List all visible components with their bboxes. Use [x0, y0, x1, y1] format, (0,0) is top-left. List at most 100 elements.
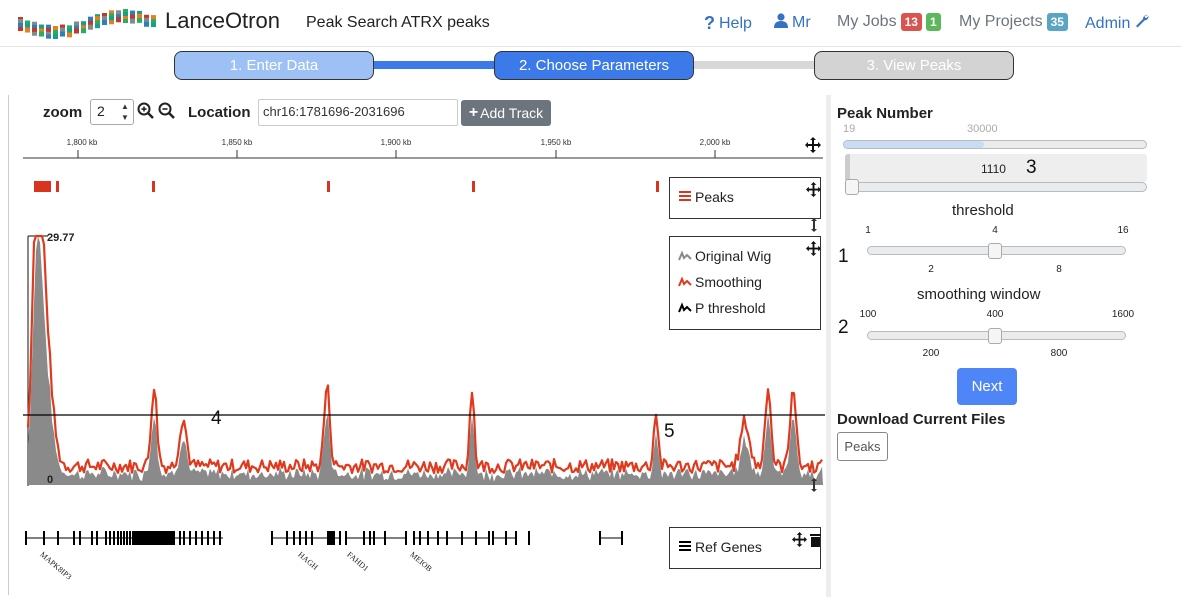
- logo: [18, 5, 158, 39]
- gene-label: MEIOB: [408, 550, 434, 574]
- peak-number-value: 1110: [981, 162, 1006, 176]
- wrench-icon: [1134, 13, 1150, 34]
- smoothing-title: smoothing window: [917, 286, 1041, 303]
- threshold-tick: 2: [928, 264, 934, 275]
- threshold-handle[interactable]: [988, 243, 1002, 259]
- user-icon: [774, 13, 788, 33]
- download-peaks-button[interactable]: Peaks: [837, 432, 888, 461]
- annotation-1: 1: [838, 246, 849, 267]
- peak-max-label: 30000: [967, 123, 998, 135]
- move-track-icon[interactable]: [806, 241, 821, 261]
- smoothing-tick: 400: [986, 309, 1004, 320]
- step-choose-parameters[interactable]: 2. Choose Parameters: [494, 51, 694, 80]
- add-track-label: Add Track: [480, 105, 544, 121]
- peak-range-track[interactable]: [843, 140, 1147, 149]
- step-enter-data[interactable]: 1. Enter Data: [174, 51, 374, 80]
- peak-mark: [656, 181, 659, 192]
- jobs-badge-green: 1: [925, 13, 941, 31]
- signal-min-label: 0: [47, 474, 54, 486]
- smoothing-handle[interactable]: [988, 328, 1002, 344]
- user-label: Mr: [792, 14, 811, 31]
- peak-number-slider[interactable]: [845, 182, 1147, 192]
- zoom-label: zoom: [43, 104, 83, 121]
- threshold-tick: 16: [1117, 225, 1129, 236]
- threshold-tick: 1: [865, 225, 871, 236]
- location-label: Location: [188, 104, 251, 121]
- gene-label: FAHD1: [345, 550, 371, 574]
- peaks-track-label: Peaks: [695, 188, 734, 205]
- list-icon: [678, 188, 692, 205]
- legend-original-wig: Original Wig: [695, 248, 772, 264]
- threshold-tick: 8: [1056, 264, 1062, 275]
- my-jobs-link[interactable]: My Jobs 13 1: [837, 13, 941, 31]
- move-track-icon[interactable]: [792, 532, 807, 552]
- smoothing-icon: [678, 274, 692, 290]
- download-title: Download Current Files: [837, 411, 1006, 428]
- annotation-5: 5: [664, 421, 675, 442]
- legend-smoothing: Smoothing: [695, 274, 762, 290]
- peak-range-fill: [844, 141, 984, 148]
- smoothing-tick: 200: [922, 348, 940, 359]
- move-track-icon[interactable]: [806, 182, 821, 202]
- projects-badge: 35: [1046, 13, 1068, 31]
- app-title: LanceOtron: [165, 8, 280, 33]
- admin-link[interactable]: Admin: [1085, 13, 1150, 34]
- move-axis-icon[interactable]: [805, 137, 821, 158]
- help-link[interactable]: ? Help: [704, 13, 752, 34]
- question-icon: ?: [704, 13, 715, 33]
- threshold-title: threshold: [952, 202, 1014, 219]
- peak-number-title: Peak Number: [837, 105, 933, 122]
- annotation-3: 3: [1026, 157, 1037, 178]
- projects-label: My Projects: [959, 13, 1043, 30]
- peak-number-handle[interactable]: [845, 179, 859, 195]
- jobs-label: My Jobs: [837, 13, 897, 30]
- gene-label: MAPK8IP3: [38, 550, 74, 582]
- original-wig-icon: [678, 248, 692, 264]
- axis-tick-label: 1,950 kb: [540, 138, 572, 147]
- annotation-4: 4: [211, 408, 222, 429]
- smoothing-tick: 100: [859, 309, 877, 320]
- resize-track-icon[interactable]: [810, 478, 818, 497]
- peak-mark: [327, 181, 330, 192]
- peak-min-label: 19: [843, 123, 856, 135]
- gene-label: HAGH: [296, 550, 320, 572]
- peak-mark: [56, 181, 59, 192]
- axis-tick-label: 1,850 kb: [221, 138, 253, 147]
- axis-tick-label: 1,900 kb: [380, 138, 412, 147]
- annotation-2: 2: [838, 317, 849, 338]
- smoothing-tick: 800: [1050, 348, 1068, 359]
- plus-icon: +: [468, 104, 479, 121]
- peak-mark: [152, 181, 155, 192]
- location-input[interactable]: chr16:1781696-2031696: [258, 99, 458, 126]
- my-projects-link[interactable]: My Projects 35: [959, 13, 1068, 31]
- step-view-peaks[interactable]: 3. View Peaks: [814, 51, 1014, 80]
- ref-genes-track: [23, 528, 663, 548]
- peaks-track: [23, 175, 663, 197]
- add-track-button[interactable]: + Add Track: [461, 100, 551, 126]
- signal-track-legend: Original Wig Smoothing P threshold: [669, 236, 821, 330]
- axis-tick-label: 2,000 kb: [699, 138, 731, 147]
- admin-label: Admin: [1085, 14, 1131, 32]
- peak-number-field[interactable]: 1110: [845, 154, 1147, 182]
- zoom-out-icon[interactable]: [158, 102, 176, 125]
- step-connector-pending: [692, 61, 816, 69]
- next-button[interactable]: Next: [957, 368, 1017, 405]
- list-icon: [678, 538, 692, 555]
- threshold-tick: 4: [992, 225, 998, 236]
- ref-genes-track-legend: Ref Genes: [669, 527, 821, 569]
- axis-tick-label: 1,800 kb: [66, 138, 98, 147]
- panel-splitter[interactable]: [826, 95, 831, 597]
- step-connector-done: [372, 61, 496, 69]
- p-threshold-icon: [678, 300, 692, 316]
- user-link[interactable]: Mr: [774, 13, 811, 33]
- page-title: Peak Search ATRX peaks: [306, 14, 490, 31]
- zoom-in-icon[interactable]: [137, 102, 155, 125]
- zoom-stepper[interactable]: ▲ ▼: [118, 101, 132, 123]
- trash-icon[interactable]: [810, 533, 821, 552]
- smoothing-tick: 1600: [1111, 309, 1135, 320]
- ref-genes-track-label: Ref Genes: [695, 538, 762, 555]
- help-label: Help: [719, 14, 752, 32]
- legend-p-threshold: P threshold: [695, 300, 766, 316]
- peak-mark: [472, 181, 475, 192]
- peaks-track-legend: Peaks: [669, 177, 821, 219]
